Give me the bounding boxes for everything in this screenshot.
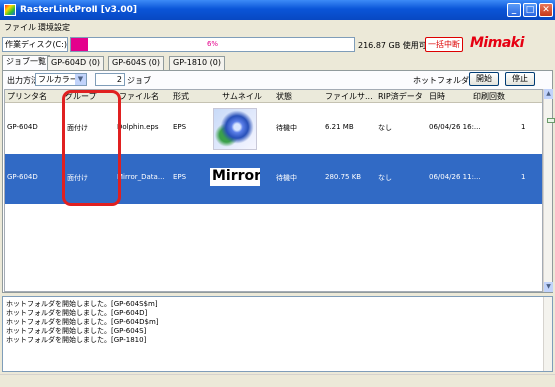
menu-settings[interactable]: 環境設定 (38, 22, 70, 33)
mirror-thumbnail-text: Mirror (212, 168, 260, 184)
column-header[interactable]: ファイル名 (119, 91, 159, 102)
disk-progress-bar: 6% (70, 37, 355, 52)
column-header[interactable]: サムネイル (222, 91, 262, 102)
job-count-unit: ジョブ (127, 76, 151, 85)
column-header[interactable]: RIP済データ (378, 91, 423, 102)
close-icon[interactable]: ✕ (539, 3, 553, 17)
hotfolder-stop-button[interactable]: 停止 (505, 72, 535, 86)
column-header[interactable]: プリンタ名 (7, 91, 47, 102)
table-row[interactable]: GP-604D 面付け Dolphin.eps EPS 待機中 6.21 MB … (5, 104, 542, 154)
disk-free-text: 216.87 GB 使用可能 (358, 41, 435, 50)
chevron-down-icon[interactable]: ▼ (75, 74, 86, 85)
column-header[interactable]: 形式 (173, 91, 189, 102)
stop-all-button[interactable]: 一括中断 (425, 37, 463, 52)
disk-usage-row: 作業ディスク(C:) 6% 216.87 GB 使用可能 一括中断 Mimaki (0, 35, 555, 54)
title-bar[interactable]: RasterLinkProⅡ [v3.00] _ □ ✕ (0, 0, 555, 20)
disk-label: 作業ディスク(C:) (2, 37, 68, 52)
cell-status: 待機中 (276, 174, 297, 182)
maximize-icon[interactable]: □ (523, 3, 537, 17)
cell-filename: Mirror_Data... (117, 173, 165, 181)
minimize-icon[interactable]: _ (507, 3, 521, 17)
cell-print-count: 1 (521, 173, 526, 181)
tab-gp-604d[interactable]: GP-604D (0) (47, 56, 105, 70)
column-header[interactable]: 印刷回数 (473, 91, 505, 102)
log-panel: ホットフォルダを開始しました。[GP-604S$m] ホットフォルダを開始しまし… (2, 296, 553, 372)
cell-filename: Dolphin.eps (117, 123, 159, 131)
column-header[interactable]: ファイルサ... (325, 91, 373, 102)
cell-group: 面付け (67, 174, 88, 182)
job-table: プリンタ名 グループ ファイル名 形式 サムネイル 状態 ファイルサ... RI… (4, 89, 543, 292)
window-title: RasterLinkProⅡ [v3.00] (20, 5, 137, 15)
cell-group: 面付け (67, 124, 88, 132)
cell-print-count: 1 (521, 123, 526, 131)
output-method-select[interactable]: フルカラー ▼ (35, 73, 87, 86)
app-icon (4, 4, 16, 16)
menu-bar: ファイル 環境設定 (0, 20, 555, 34)
tab-bar: ジョブ一覧 GP-604D (0) GP-604S (0) GP-1810 (0… (0, 55, 555, 70)
cell-datetime: 06/04/26 16:... (429, 123, 481, 131)
column-header[interactable]: 日時 (429, 91, 445, 102)
mimaki-logo: Mimaki (470, 35, 524, 51)
app-window: RasterLinkProⅡ [v3.00] _ □ ✕ ファイル 環境設定 作… (0, 0, 555, 387)
table-row[interactable]: GP-604D 面付け Mirror_Data... EPS Mirror 待機… (5, 154, 542, 204)
output-method-value: フルカラー (38, 75, 78, 84)
tab-job-list[interactable]: ジョブ一覧 (2, 55, 50, 70)
job-list-panel: 出力方法 フルカラー ▼ 2 ジョブ ホットフォルダ 開始 停止 プリンタ名 グ… (2, 70, 553, 293)
cell-datetime: 06/04/26 11:... (429, 173, 481, 181)
cell-format: EPS (173, 173, 187, 181)
column-header[interactable]: グループ (65, 91, 97, 102)
cell-rip: なし (378, 124, 392, 132)
cell-status: 待機中 (276, 124, 297, 132)
side-handle[interactable] (547, 118, 555, 123)
hotfolder-label: ホットフォルダ (413, 76, 469, 85)
tab-gp-1810[interactable]: GP-1810 (0) (169, 56, 225, 70)
cell-format: EPS (173, 123, 187, 131)
cell-rip: なし (378, 174, 392, 182)
disk-percent-text: 6% (206, 40, 219, 48)
log-scrollbar[interactable] (543, 297, 552, 371)
tab-gp-604s[interactable]: GP-604S (0) (108, 56, 164, 70)
hotfolder-start-button[interactable]: 開始 (469, 72, 499, 86)
table-header: プリンタ名 グループ ファイル名 形式 サムネイル 状態 ファイルサ... RI… (5, 90, 542, 103)
status-bar (0, 374, 555, 387)
scroll-down-icon[interactable]: ▼ (544, 282, 553, 292)
scroll-up-icon[interactable]: ▲ (544, 89, 553, 99)
menu-file[interactable]: ファイル (4, 22, 36, 33)
cell-filesize: 280.75 KB (325, 173, 362, 181)
cell-printer: GP-604D (7, 123, 38, 131)
cell-filesize: 6.21 MB (325, 123, 354, 131)
cell-printer: GP-604D (7, 173, 38, 181)
dolphin-thumbnail (213, 108, 257, 150)
column-header[interactable]: 状態 (276, 91, 292, 102)
log-line: ホットフォルダを開始しました。[GP-1810] (6, 336, 147, 344)
job-count: 2 (95, 73, 125, 86)
mirror-thumbnail: Mirror (210, 168, 260, 186)
